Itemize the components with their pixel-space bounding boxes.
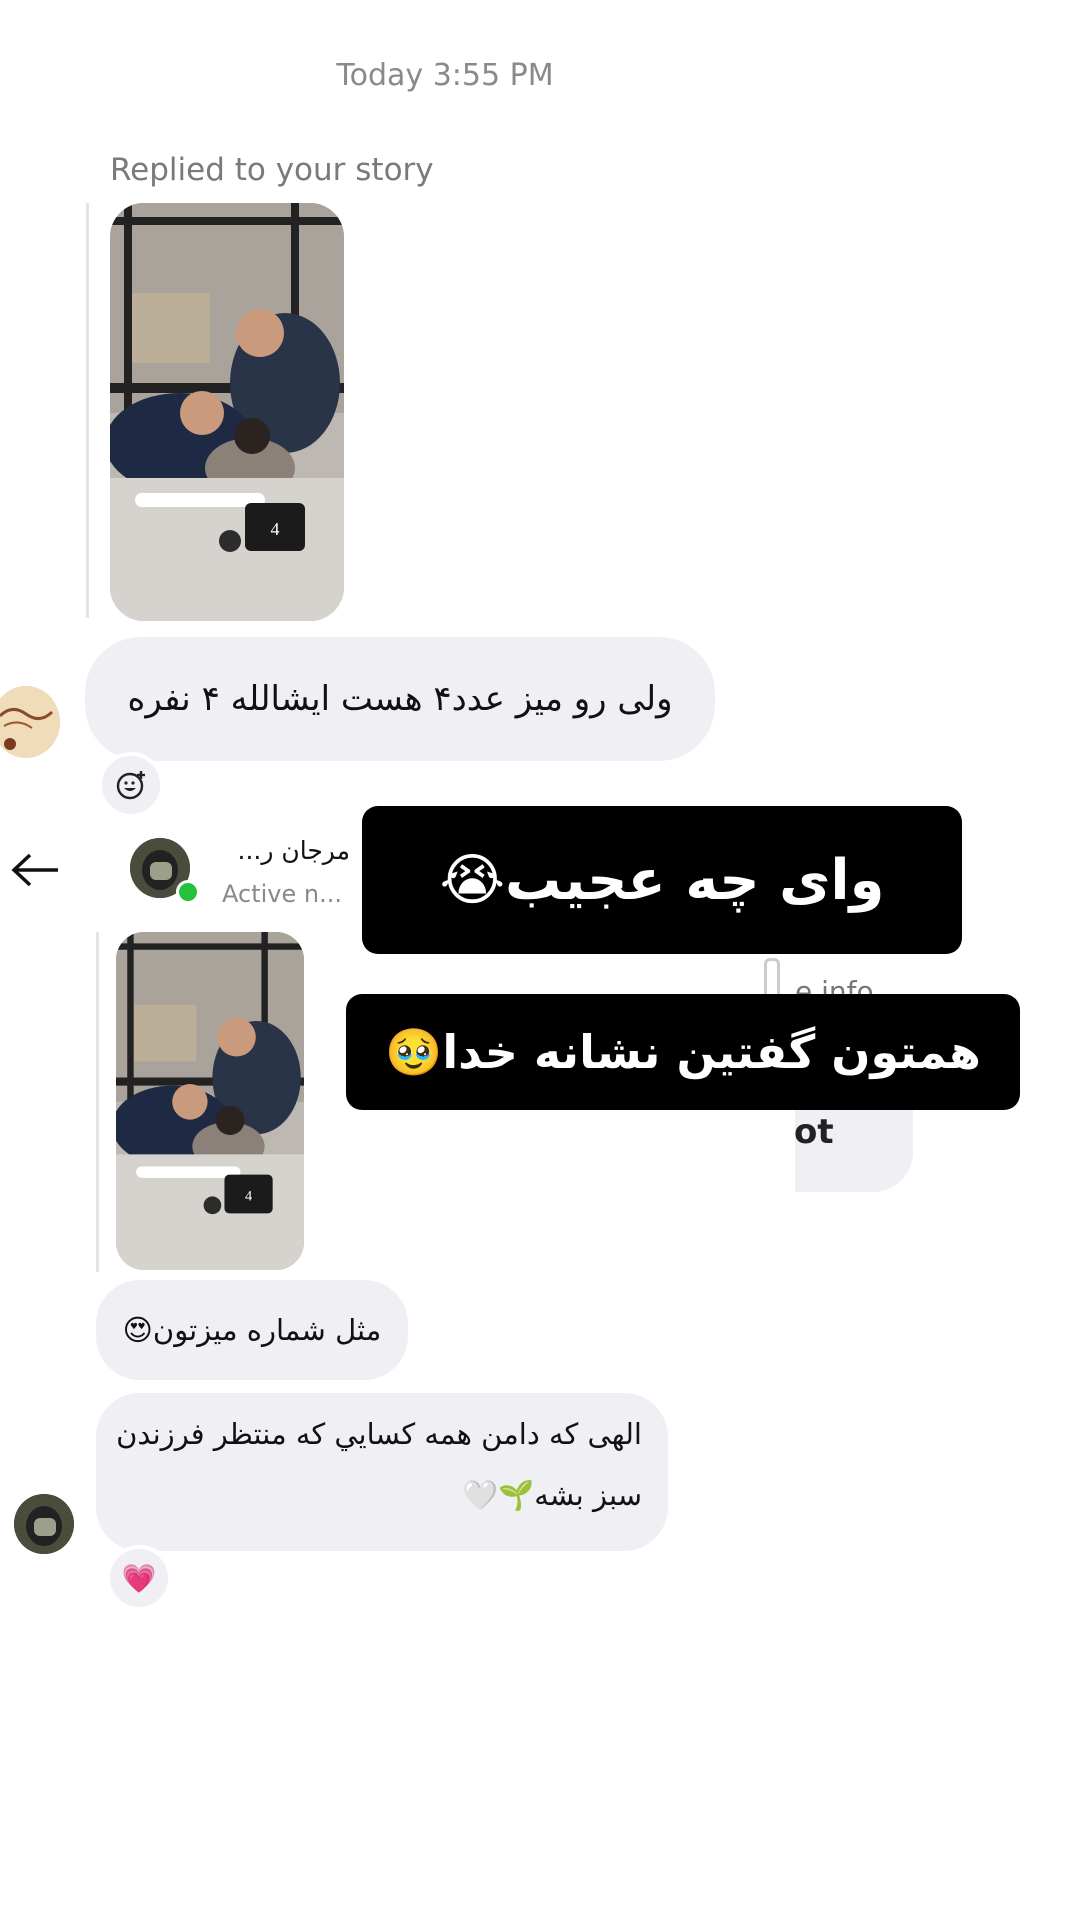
replied-to-story-label: Replied to your story	[110, 152, 434, 188]
story-reply-bar	[96, 932, 99, 1272]
back-arrow-icon	[11, 853, 58, 887]
message-text-line-2: سبز بشه🌱🤍	[462, 1478, 642, 1512]
partial-bubble-text: ot	[794, 1112, 834, 1152]
back-arrow-button[interactable]	[10, 852, 60, 888]
heart-reaction[interactable]: 💗	[106, 1545, 172, 1611]
caption-text-1: وای چه عجیب😭	[439, 847, 885, 913]
sender-avatar[interactable]	[0, 686, 60, 758]
message-bubble[interactable]: الهی که دامن همه کسايي که منتظر فرزندن س…	[96, 1393, 668, 1551]
sender-avatar[interactable]	[14, 1494, 74, 1554]
message-text: ولی رو میز عدد۴ هست ایشالله ۴ نفره	[127, 679, 673, 719]
story-thumbnail[interactable]: 4	[110, 203, 344, 621]
table-number: 4	[271, 519, 280, 539]
heart-icon: 💗	[121, 1561, 157, 1595]
table-number: 4	[245, 1188, 253, 1204]
message-bubble[interactable]: مثل شماره میزتون😍	[96, 1280, 408, 1380]
active-status-dot	[176, 880, 200, 904]
smiley-plus-icon	[116, 771, 145, 800]
story-photo: 4	[110, 203, 344, 621]
caption-overlay-2: همتون گفتین نشانه خدا🥹	[346, 994, 1020, 1110]
contact-status: Active n...	[222, 880, 342, 908]
message-text-line-1: الهی که دامن همه کسايي که منتظر فرزندن	[116, 1417, 642, 1451]
contact-name[interactable]: مرجان ر...	[230, 836, 350, 865]
story-thumbnail[interactable]: 4	[116, 932, 304, 1270]
caption-overlay-1: وای چه عجیب😭	[362, 806, 962, 954]
message-bubble[interactable]: ولی رو میز عدد۴ هست ایشالله ۴ نفره	[85, 637, 715, 761]
story-reply-bar	[86, 203, 89, 618]
message-text: مثل شماره میزتون😍	[122, 1313, 382, 1347]
caption-text-2: همتون گفتین نشانه خدا🥹	[385, 1024, 981, 1079]
story-photo: 4	[116, 932, 304, 1270]
add-reaction-button[interactable]	[98, 752, 164, 818]
chat-timestamp: Today 3:55 PM	[336, 58, 554, 93]
